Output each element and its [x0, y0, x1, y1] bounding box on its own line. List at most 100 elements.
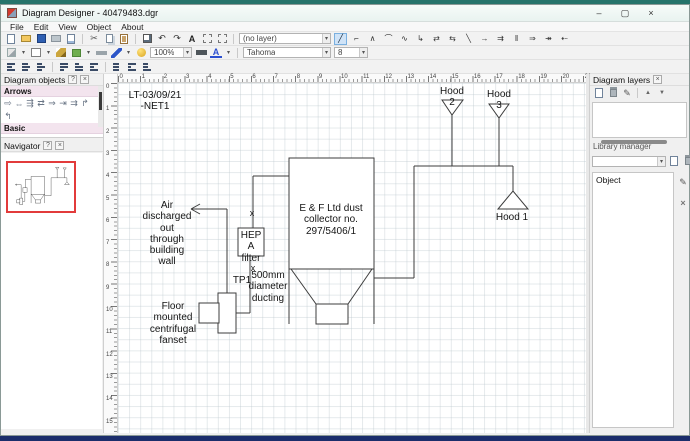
air-discharge-label[interactable]: Air discharged out through building wall	[143, 200, 192, 268]
hepa-filter-box[interactable]	[23, 188, 27, 192]
gradient-icon[interactable]	[135, 47, 147, 59]
paste-icon[interactable]	[118, 33, 130, 45]
pen-dropdown[interactable]: ▾	[125, 47, 132, 59]
duct-line[interactable]	[348, 269, 372, 304]
distribute-horizontal-icon[interactable]	[111, 61, 123, 72]
navigator-pin-button[interactable]: ?	[43, 141, 52, 150]
list-item[interactable]: Object	[596, 175, 670, 185]
hopper-outlet[interactable]	[35, 200, 40, 203]
hood-2-funnel[interactable]	[56, 167, 59, 169]
fan-inlet[interactable]	[17, 200, 20, 203]
duct-line[interactable]	[191, 209, 200, 214]
scrollbar-thumb[interactable]	[99, 92, 102, 110]
arrow-shape-icon[interactable]: ⇄	[36, 98, 46, 109]
menu-about[interactable]: About	[116, 22, 148, 32]
navigator-viewport[interactable]	[6, 161, 76, 213]
new-library-icon[interactable]	[668, 155, 680, 167]
edit-layer-icon[interactable]: ✎	[621, 87, 633, 99]
close-button[interactable]: ×	[645, 8, 657, 19]
arrow-plain-button[interactable]: →	[478, 33, 491, 45]
line-zigzag-button[interactable]: ∧	[366, 33, 379, 45]
zoom-select[interactable]: 100%▾	[150, 47, 192, 58]
arrow-shape-icon[interactable]: ⇉	[69, 98, 79, 109]
line-elbow-button[interactable]: ⌐	[350, 33, 363, 45]
line-elbow-arrow-button[interactable]: ↳	[414, 33, 427, 45]
duct-line[interactable]	[291, 269, 316, 304]
arrow-double-button[interactable]: ⇉	[494, 33, 507, 45]
object-colors-icon[interactable]	[677, 218, 689, 230]
font-family-select[interactable]: Tahoma▾	[243, 47, 331, 58]
edit-object-icon[interactable]: ✎	[677, 176, 689, 188]
new-layer-icon[interactable]	[593, 87, 605, 99]
save-file-icon[interactable]	[35, 33, 47, 45]
pen-color-icon[interactable]	[110, 47, 122, 59]
brush-icon[interactable]	[55, 47, 67, 59]
move-layer-up-icon[interactable]: ▲	[642, 87, 654, 99]
align-left-icon[interactable]	[5, 61, 17, 72]
ducting-label[interactable]: 500mm diameter ducting	[249, 270, 288, 304]
print-icon[interactable]	[50, 33, 62, 45]
line-wave-button[interactable]: ∿	[398, 33, 411, 45]
arrow-thick-button[interactable]: ⇒	[526, 33, 539, 45]
maximize-button[interactable]: ▢	[619, 8, 631, 19]
line-parallel-button[interactable]: ‖	[510, 33, 523, 45]
group-basic[interactable]: Basic	[1, 123, 103, 134]
align-bottom-icon[interactable]	[88, 61, 100, 72]
navigator-close-button[interactable]: ×	[55, 141, 64, 150]
font-color-icon[interactable]: A	[210, 47, 222, 58]
dust-collector-body[interactable]	[31, 177, 45, 195]
test-point-mark-1[interactable]: x	[250, 208, 255, 219]
arrow-shape-icon[interactable]: ⇶	[25, 98, 35, 109]
group-arrows[interactable]: Arrows	[1, 86, 103, 97]
arrow-shape-icon[interactable]: ⇥	[58, 98, 68, 109]
align-top-icon[interactable]	[58, 61, 70, 72]
cut-icon[interactable]: ✂	[88, 33, 100, 45]
resize-selection-icon[interactable]	[216, 33, 228, 45]
hood-1-funnel[interactable]	[65, 182, 70, 185]
line-straight-button[interactable]: ╱	[334, 33, 347, 45]
insert-shape-icon[interactable]	[141, 33, 153, 45]
fit-page-icon[interactable]	[141, 61, 153, 72]
minimize-button[interactable]: –	[593, 8, 605, 19]
font-color-dropdown[interactable]: ▾	[225, 47, 232, 59]
delete-layer-icon[interactable]	[607, 87, 619, 99]
hood-1-funnel[interactable]	[498, 191, 528, 209]
line-arc-button[interactable]: ⌒	[382, 33, 395, 45]
distribute-vertical-icon[interactable]	[126, 61, 138, 72]
color-swatch-icon[interactable]	[70, 47, 82, 59]
align-middle-icon[interactable]	[73, 61, 85, 72]
line-width-icon[interactable]	[95, 47, 107, 59]
arrow-left-button[interactable]: ⇠	[558, 33, 571, 45]
duct-line[interactable]	[41, 194, 45, 200]
line-thickness-icon[interactable]	[195, 47, 207, 59]
duct-line[interactable]	[191, 204, 200, 209]
shape-dropdown[interactable]: ▾	[45, 47, 52, 59]
fan-body[interactable]	[20, 198, 23, 204]
insert-text-icon[interactable]: A	[186, 33, 198, 45]
arrow-filled-button[interactable]: ↠	[542, 33, 555, 45]
open-file-icon[interactable]	[20, 33, 32, 45]
shape-style-icon[interactable]	[30, 47, 42, 59]
hood-1-label[interactable]: Hood 1	[496, 212, 528, 223]
menu-object[interactable]: Object	[82, 22, 117, 32]
line-backslash-button[interactable]: ╲	[462, 33, 475, 45]
hood-3-label[interactable]: Hood 3	[487, 89, 511, 112]
arrow-shape-icon[interactable]: ↰	[3, 111, 13, 122]
layers-close-button[interactable]: ×	[653, 75, 662, 84]
hopper-outlet[interactable]	[316, 304, 348, 324]
duct-line[interactable]	[31, 194, 35, 200]
layer-select[interactable]: (no layer)▾	[239, 33, 331, 44]
arrow-shape-icon[interactable]: ⇔	[14, 99, 24, 109]
fan-body[interactable]	[218, 293, 236, 333]
delete-library-icon[interactable]	[682, 155, 690, 167]
print-preview-icon[interactable]	[65, 33, 77, 45]
rotate-right-icon[interactable]: ↷	[171, 33, 183, 45]
arrow-shape-icon[interactable]: ⇨	[3, 98, 13, 109]
menu-view[interactable]: View	[53, 22, 81, 32]
swatch-dropdown[interactable]: ▾	[85, 47, 92, 59]
hood-2-label[interactable]: Hood 2	[440, 86, 464, 109]
drawing-canvas[interactable]: LT-03/09/21 -NET1Air discharged out thro…	[118, 83, 586, 433]
arrow-shape-icon[interactable]: ⇒	[47, 98, 57, 109]
fan-inlet[interactable]	[199, 303, 219, 323]
dust-collector-label[interactable]: E & F Ltd dust collector no. 297/5406/1	[299, 203, 362, 237]
